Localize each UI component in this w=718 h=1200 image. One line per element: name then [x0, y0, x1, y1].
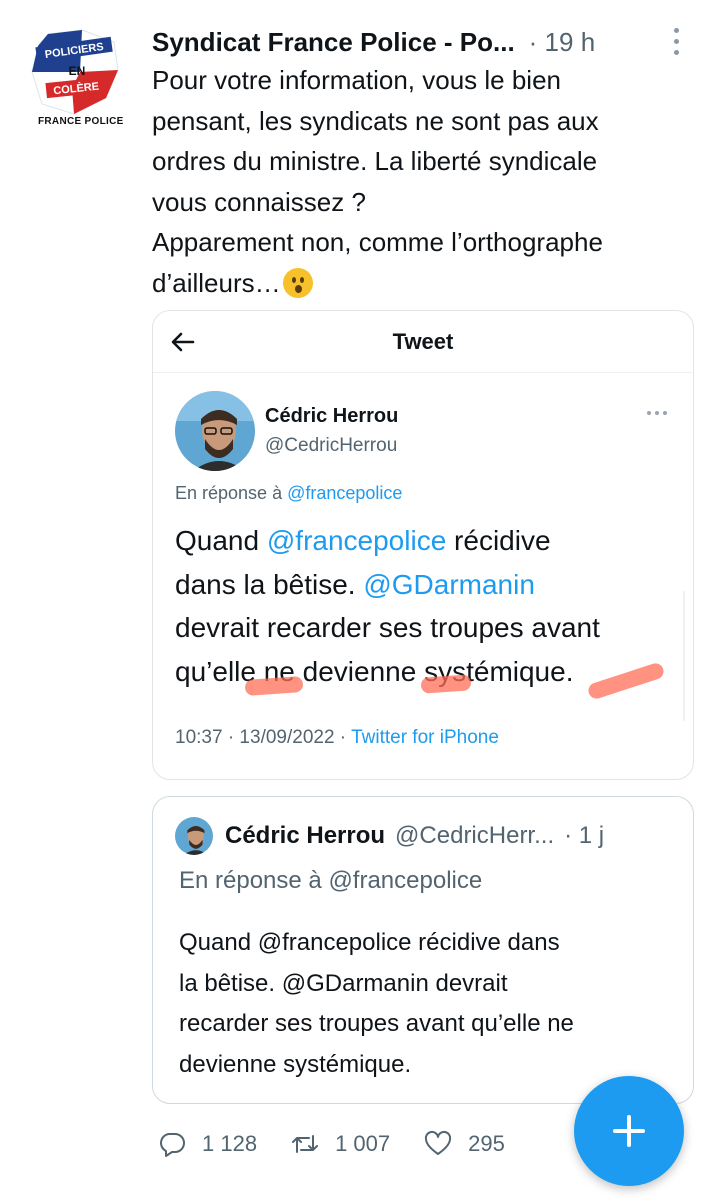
mention-link: @francepolice	[266, 525, 447, 556]
embedded-author-handle: @CedricHerrou	[265, 435, 398, 456]
person-photo-icon	[175, 817, 213, 855]
reply-mention: @francepolice	[287, 483, 403, 503]
tweet-header: Syndicat France Police - Po... · 19 h	[152, 22, 712, 62]
text-line: la bêtise. @GDarmanin devrait	[179, 969, 508, 997]
quoted-reply-line: En réponse à @francepolice	[179, 867, 483, 894]
logo-caption: FRANCE POLICE	[38, 116, 124, 127]
avatar	[175, 817, 213, 855]
text-line: recarder ses troupes avant qu’elle ne	[179, 1010, 574, 1037]
text-line: devrait recarder ses troupes avant	[175, 612, 600, 643]
screenshot-top-bar: Tweet	[153, 311, 693, 373]
scrollbar	[683, 591, 685, 721]
highlight-mark	[244, 675, 304, 697]
quoted-author-handle: @CedricHerr...	[395, 822, 555, 849]
tweet-text-line: Apparement non, comme l’orthographe	[152, 227, 603, 257]
tweet-text: Pour votre information, vous le bien pen…	[152, 60, 692, 303]
retweet-button[interactable]: 1 007	[291, 1130, 390, 1158]
like-button[interactable]: 295	[424, 1130, 505, 1158]
tweet-text-last: d’ailleurs…	[152, 267, 281, 298]
logo-line2: EN	[69, 64, 86, 78]
mention-link: @GDarmanin	[363, 568, 535, 600]
more-options-icon[interactable]	[674, 28, 684, 55]
source-link: Twitter for iPhone	[351, 727, 499, 748]
reply-button[interactable]: 1 128	[158, 1130, 257, 1158]
embedded-timestamp: 10:37 · 13/09/2022 · Twitter for iPhone	[175, 727, 499, 749]
policiers-en-colere-logo: POLICIERS EN COLÈRE	[31, 29, 119, 115]
text-segment: Quand	[175, 525, 267, 556]
quoted-tweet[interactable]: Cédric Herrou @CedricHerr... · 1 j En ré…	[152, 796, 694, 1104]
quoted-timestamp: · 1 j	[564, 822, 605, 849]
quoted-tweet-header: Cédric Herrou @CedricHerr... · 1 j	[175, 815, 690, 857]
embedded-author-name: Cédric Herrou	[265, 405, 399, 427]
reply-icon	[160, 1133, 185, 1157]
compose-button[interactable]	[574, 1076, 684, 1186]
heart-icon	[425, 1130, 452, 1155]
text-segment: dans la bêtise.	[175, 568, 364, 600]
like-count: 295	[468, 1131, 505, 1156]
text-line: Quand @francepolice récidive dans	[179, 929, 560, 956]
time-text: 10:37 · 13/09/2022 ·	[175, 727, 352, 748]
person-photo-icon	[175, 391, 255, 471]
avatar	[175, 391, 255, 471]
tweet-text-line: pensant, les syndicats ne sont pas aux	[152, 105, 599, 136]
text-line: devienne systémique.	[179, 1050, 412, 1078]
tweet-text-line: vous connaissez ?	[152, 186, 366, 217]
quoted-author-name: Cédric Herrou	[225, 822, 386, 849]
more-options-icon	[647, 411, 667, 415]
attached-image[interactable]: Tweet Cédric Herrou @CedricHerrou En rép…	[152, 310, 694, 780]
tweet-text-line: d’ailleurs…	[152, 263, 692, 304]
embedded-reply-line: En réponse à @francepolice	[175, 483, 402, 504]
arrow-left-icon	[171, 332, 195, 352]
reply-count: 1 128	[202, 1131, 258, 1156]
reply-prefix: En réponse à	[175, 483, 283, 503]
tweet-text-line: ordres du ministre. La liberté syndicale	[152, 146, 598, 176]
retweet-count: 1 007	[335, 1131, 391, 1156]
tweet-timestamp[interactable]: · 19 h	[529, 27, 596, 58]
tweet-actions: 1 128 1 007 295	[158, 1124, 578, 1164]
plus-icon	[613, 1115, 645, 1147]
quoted-tweet-text: Quand @francepolice récidive dans la bêt…	[179, 923, 679, 1085]
embedded-tweet-text: Quand @francepolice récidive dans la bêt…	[175, 519, 675, 693]
hushed-face-emoji-icon	[282, 267, 313, 298]
tweet-text-line: Pour votre information, vous le bien	[152, 65, 561, 95]
screenshot-title: Tweet	[392, 328, 454, 354]
retweet-icon	[292, 1135, 319, 1153]
author-name[interactable]: Syndicat France Police - Po...	[152, 27, 515, 58]
text-segment: récidive	[446, 525, 551, 556]
